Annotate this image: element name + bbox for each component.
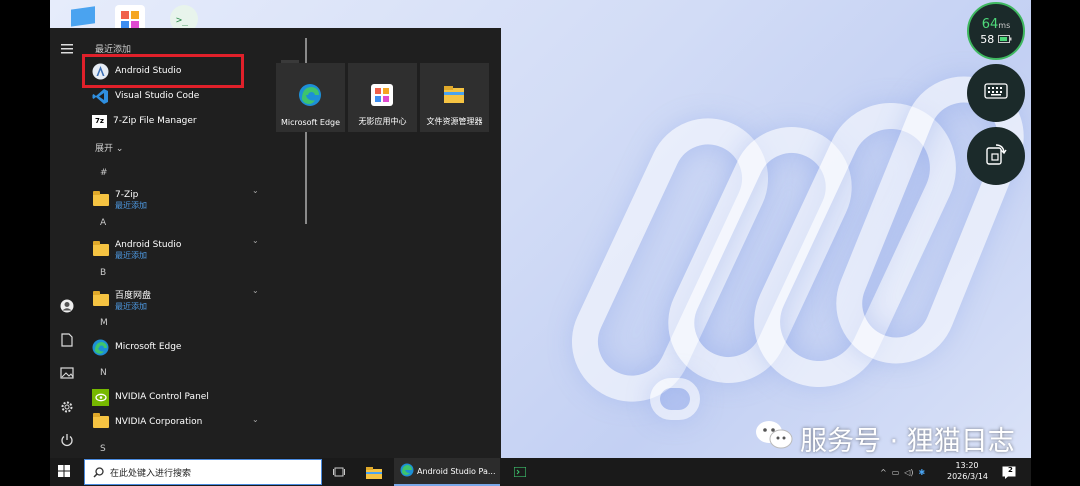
file-explorer-taskbar-icon[interactable]	[366, 458, 382, 486]
chevron-down-icon[interactable]: ⌄	[252, 286, 259, 295]
folder-icon	[92, 413, 109, 431]
section-letter[interactable]: N	[100, 368, 107, 378]
user-account-icon[interactable]	[60, 299, 74, 313]
keyboard-button[interactable]	[967, 64, 1025, 122]
app-visual-studio-code[interactable]: Visual Studio Code	[92, 85, 262, 107]
task-view-icon[interactable]	[333, 458, 345, 486]
app-microsoft-edge[interactable]: Microsoft Edge	[92, 336, 262, 358]
wallpaper-shape	[650, 378, 700, 420]
search-icon	[93, 463, 104, 482]
rotate-icon	[984, 142, 1008, 170]
desktop: >_ 最近添加 Android Studio Visual Studio Cod…	[50, 0, 1031, 486]
settings-gear-icon[interactable]	[60, 400, 74, 414]
section-letter[interactable]: S	[100, 444, 106, 454]
folder-icon	[92, 191, 109, 209]
tray-icons[interactable]: ^ ▭ ◁) ✱	[880, 458, 925, 486]
watermark: 服务号 · 狸猫日志	[754, 418, 1015, 459]
section-letter[interactable]: B	[100, 268, 106, 278]
svg-text:>_: >_	[176, 15, 189, 26]
windows-logo-icon	[58, 465, 70, 479]
section-letter[interactable]: M	[100, 318, 108, 328]
folder-android-studio[interactable]: Android Studio 最近添加	[92, 236, 262, 264]
app-nvidia-control-panel[interactable]: NVIDIA Control Panel	[92, 386, 262, 408]
file-explorer-icon	[442, 83, 466, 107]
section-letter[interactable]: A	[100, 218, 106, 228]
keyboard-icon	[984, 83, 1008, 103]
tile-file-explorer[interactable]: 文件资源管理器	[420, 63, 489, 132]
tile-microsoft-edge[interactable]: Microsoft Edge	[276, 63, 345, 132]
chevron-down-icon[interactable]: ⌄	[252, 415, 259, 424]
pictures-icon[interactable]	[60, 366, 74, 380]
volume-icon[interactable]: ◁)	[904, 468, 913, 477]
chevron-up-icon[interactable]: ^	[880, 468, 887, 477]
tile-app-center[interactable]: 无影应用中心	[348, 63, 417, 132]
documents-icon[interactable]	[60, 333, 74, 347]
edge-icon	[298, 83, 322, 107]
edge-icon	[400, 463, 414, 479]
battery-icon	[997, 33, 1012, 46]
start-menu: 最近添加 Android Studio Visual Studio Code 7…	[50, 28, 501, 458]
hamburger-menu-icon[interactable]	[60, 42, 74, 56]
expand-button[interactable]: 展开 ⌄	[95, 141, 123, 154]
folder-7zip[interactable]: 7-Zip 最近添加	[92, 186, 262, 214]
7zip-icon: 7z	[92, 114, 107, 128]
taskbar-app-android-studio[interactable]: Android Studio Pa...	[394, 458, 500, 486]
wechat-icon	[754, 418, 794, 459]
chevron-down-icon[interactable]: ⌄	[252, 236, 259, 245]
vscode-icon	[92, 88, 109, 105]
latency-monitor[interactable]: 64ms 58	[967, 2, 1025, 60]
edge-icon	[92, 339, 109, 356]
taskbar: 在此处键入进行搜索 Android Studio Pa... ^ ▭ ◁) ✱ …	[50, 458, 1031, 486]
notification-center-icon[interactable]: 2	[1002, 458, 1016, 486]
chevron-down-icon[interactable]: ⌄	[252, 186, 259, 195]
chevron-down-icon: ⌄	[115, 144, 124, 154]
app-center-icon	[370, 83, 394, 107]
nvidia-icon	[92, 388, 109, 406]
power-icon[interactable]	[60, 433, 74, 447]
folder-icon	[92, 291, 109, 309]
network-icon[interactable]: ▭	[892, 468, 900, 477]
app-list: 最近添加 Android Studio Visual Studio Code 7…	[86, 28, 307, 458]
start-button[interactable]	[58, 458, 80, 486]
highlight-annotation-box	[82, 54, 244, 88]
rotate-screen-button[interactable]	[967, 127, 1025, 185]
terminal-taskbar-icon[interactable]	[514, 458, 526, 486]
start-rail	[50, 28, 84, 458]
search-input[interactable]: 在此处键入进行搜索	[84, 459, 322, 485]
section-letter[interactable]: #	[100, 168, 108, 178]
folder-nvidia-corporation[interactable]: NVIDIA Corporation	[92, 411, 262, 433]
ime-icon[interactable]: ✱	[919, 468, 926, 477]
folder-icon	[92, 241, 109, 259]
app-7zip-file-manager[interactable]: 7z 7-Zip File Manager	[92, 110, 262, 132]
folder-baidu-netdisk[interactable]: 百度网盘 最近添加	[92, 286, 262, 314]
clock[interactable]: 13:20 2026/3/14	[947, 460, 988, 482]
